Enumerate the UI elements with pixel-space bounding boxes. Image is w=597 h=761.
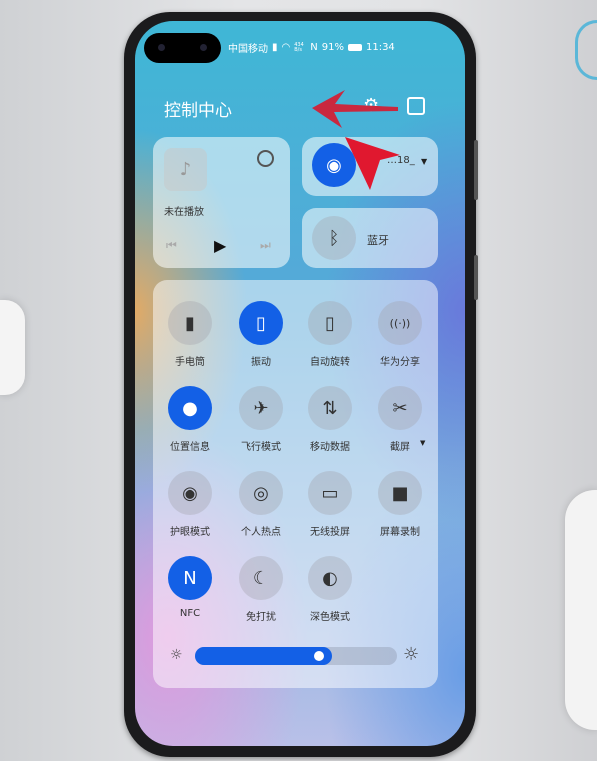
annotation-arrow-pointer [345, 137, 400, 190]
annotation-arrows [312, 90, 400, 190]
annotation-arrow-left [312, 90, 398, 128]
